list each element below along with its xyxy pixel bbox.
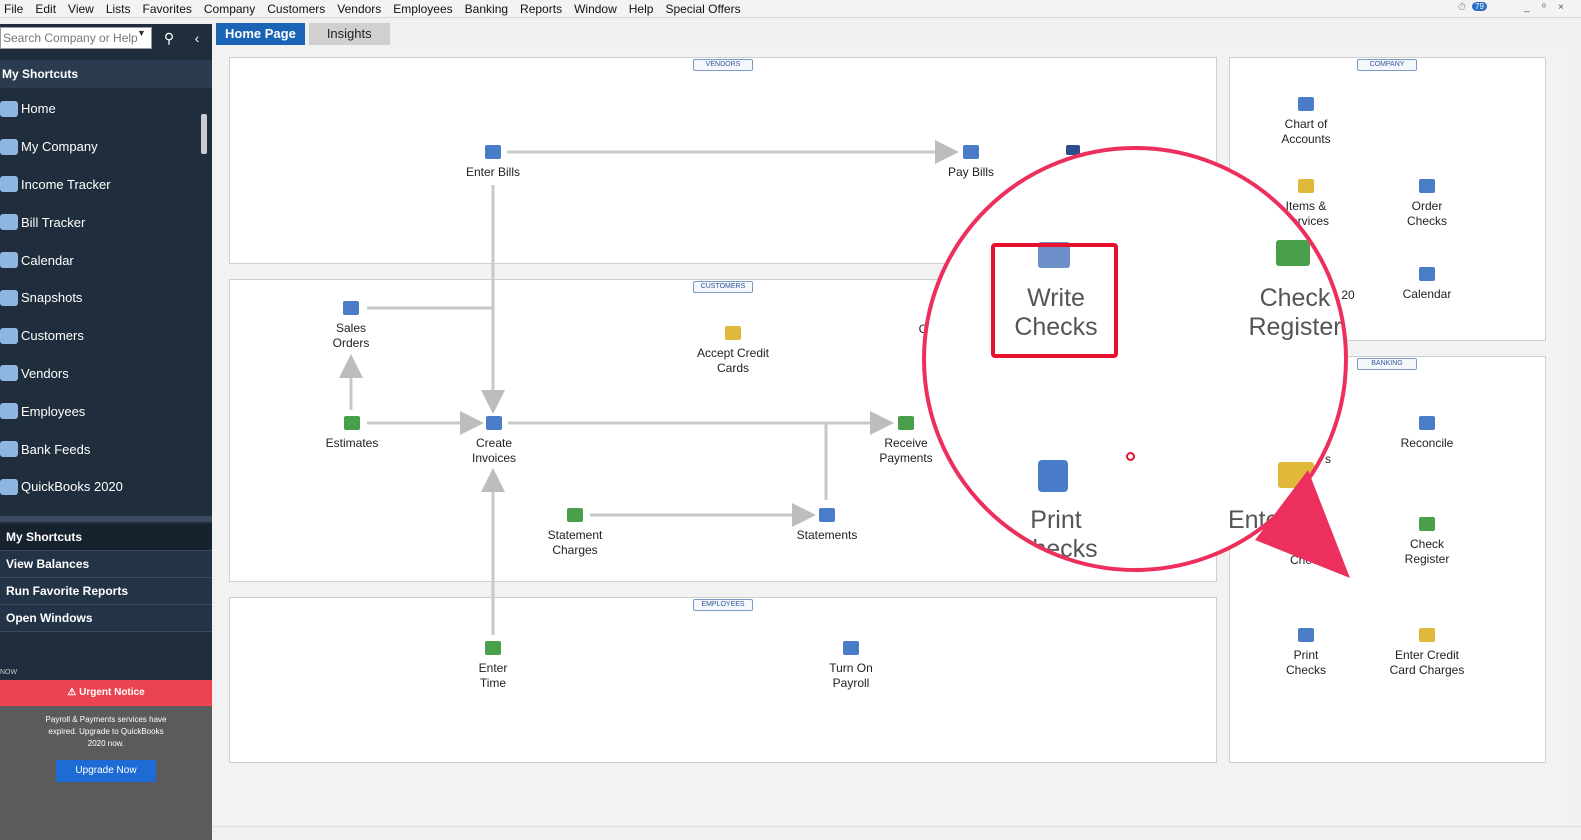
statements-button[interactable]: Statements (790, 508, 864, 543)
turn-on-payroll-button[interactable]: Turn On Payroll (815, 641, 887, 690)
turn-on-payroll-label: Turn On Payroll (829, 661, 873, 690)
pay-bills-icon (963, 145, 979, 159)
statement-charges-icon (567, 508, 583, 522)
enter-time-label: Enter Time (478, 661, 508, 690)
receive-payments-icon (898, 416, 914, 430)
cursor-marker (1126, 452, 1135, 461)
accept-credit-cards-button[interactable]: Accept Credit Cards (690, 326, 776, 375)
reconcile-label: Reconcile (1400, 436, 1454, 450)
sales-orders-button[interactable]: Sales Orders (316, 301, 386, 350)
statements-icon (819, 508, 835, 522)
order-checks-button[interactable]: Order Checks (1394, 179, 1460, 228)
zoom-print-checks-label: Print Checks (1014, 506, 1098, 563)
reconcile-icon (1419, 416, 1435, 430)
create-invoices-label: Create Invoices (471, 436, 517, 465)
statement-charges-button[interactable]: Statement Charges (536, 508, 614, 557)
enter-bills-button[interactable]: Enter Bills (455, 145, 531, 180)
calendar-button[interactable]: Calendar (1392, 267, 1462, 302)
reconcile-button[interactable]: Reconcile (1392, 416, 1462, 451)
sales-orders-label: Sales Orders (332, 321, 370, 350)
estimate-icon (344, 416, 360, 430)
pay-bills-button[interactable]: Pay Bills (933, 145, 1009, 180)
order-checks-icon (1419, 179, 1435, 193)
chart-of-accounts-label: Chart of Accounts (1281, 117, 1331, 146)
printer-icon (1298, 628, 1314, 642)
print-checks-label: Print Checks (1286, 648, 1327, 677)
statements-label: Statements (796, 528, 858, 542)
enter-credit-card-charges-label: Enter Credit Card Charges (1389, 648, 1465, 677)
items-icon (1298, 179, 1314, 193)
create-invoices-button[interactable]: Create Invoices (458, 416, 530, 465)
check-register-label: Check Register (1404, 537, 1450, 566)
invoice-icon (486, 416, 502, 430)
enter-time-button[interactable]: Enter Time (463, 641, 523, 690)
sales-order-icon (343, 301, 359, 315)
pointer-arrow-icon (1255, 470, 1350, 578)
zoom-check-register-icon (1276, 240, 1310, 266)
timesheet-icon (485, 641, 501, 655)
zoom-printer-icon (1038, 460, 1068, 492)
credit-card-icon (725, 326, 741, 340)
accept-credit-cards-label: Accept Credit Cards (696, 346, 770, 375)
status-strip (212, 826, 1581, 840)
chart-of-accounts-button[interactable]: Chart of Accounts (1268, 97, 1344, 146)
credit-card-charges-icon (1419, 628, 1435, 642)
check-register-button[interactable]: Check Register (1392, 517, 1462, 566)
chart-of-accounts-icon (1298, 97, 1314, 111)
order-checks-label: Order Checks (1407, 199, 1448, 228)
calendar-label: Calendar (1402, 287, 1452, 301)
zoom-check-register-label: Check Register (1248, 284, 1342, 341)
print-checks-button[interactable]: Print Checks (1276, 628, 1336, 677)
enter-bills-label: Enter Bills (465, 165, 521, 179)
check-register-icon (1419, 517, 1435, 531)
statement-charges-label: Statement Charges (547, 528, 603, 557)
receive-payments-label: Receive Payments (879, 436, 933, 465)
pay-bills-label: Pay Bills (947, 165, 994, 179)
estimates-button[interactable]: Estimates (316, 416, 388, 451)
payroll-icon (843, 641, 859, 655)
estimates-label: Estimates (325, 436, 379, 450)
write-checks-highlight (991, 243, 1118, 358)
calendar-icon (1419, 267, 1435, 281)
bill-icon (485, 145, 501, 159)
enter-credit-card-charges-button[interactable]: Enter Credit Card Charges (1382, 628, 1472, 677)
